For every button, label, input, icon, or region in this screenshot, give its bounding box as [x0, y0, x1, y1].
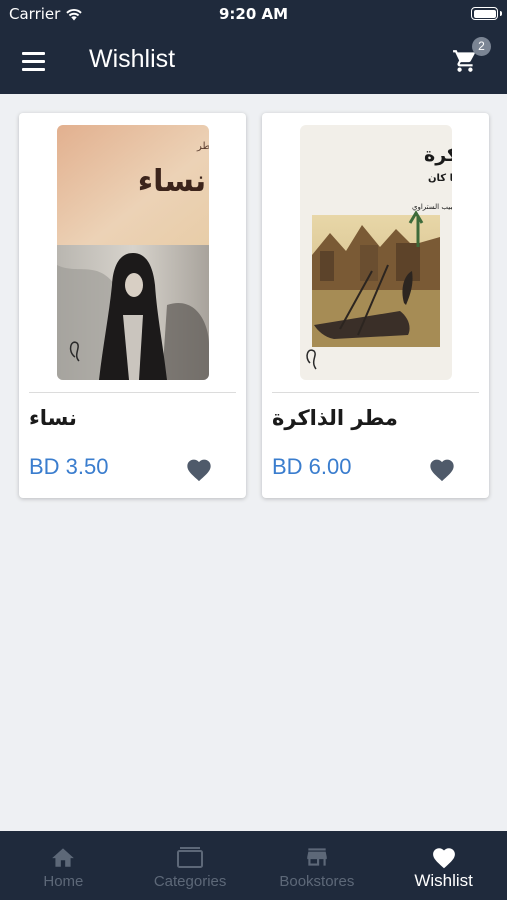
bottom-tab-bar: Home Categories Bookstores Wishlist	[0, 831, 507, 900]
book-price: BD 6.00	[272, 454, 352, 479]
heart-icon	[430, 459, 454, 482]
menu-button[interactable]	[22, 48, 48, 74]
cover-author: جمعة حبيب الستراوي	[412, 203, 452, 211]
cover-title: نساء	[138, 164, 206, 199]
remove-from-wishlist-button[interactable]	[185, 456, 213, 482]
book-title: نساء	[29, 406, 77, 430]
battery-icon	[471, 7, 502, 20]
tab-label: Wishlist	[414, 871, 473, 890]
app-bar: Wishlist 2	[0, 28, 507, 94]
cart-button[interactable]: 2	[445, 36, 495, 86]
wishlist-grid: فوزية مطر نساء نساء BD 3.50	[0, 94, 507, 831]
book-cover[interactable]: فوزية مطر نساء	[57, 125, 209, 380]
page-title: Wishlist	[89, 45, 176, 73]
heart-icon	[187, 459, 211, 482]
cover-subtitle: سيرة الوجدان في ما كان	[428, 173, 452, 184]
status-time: 9:20 AM	[218, 5, 289, 23]
tab-label: Home	[43, 873, 84, 890]
book-cover[interactable]: مطر الذاكرة سيرة الوجدان في ما كان جمعة …	[300, 125, 452, 380]
cover-title: مطر الذاكرة	[424, 144, 452, 166]
cover-author: فوزية مطر	[196, 141, 209, 152]
card-divider	[272, 392, 479, 393]
cart-count-badge: 2	[472, 37, 491, 56]
tab-label: Bookstores	[279, 873, 355, 890]
tab-bookstores[interactable]: Bookstores	[254, 831, 381, 900]
book-title: مطر الذاكرة	[272, 406, 398, 430]
wishlist-item[interactable]: فوزية مطر نساء نساء BD 3.50	[19, 113, 246, 498]
store-icon	[307, 848, 327, 866]
remove-from-wishlist-button[interactable]	[428, 456, 456, 482]
card-divider	[29, 392, 236, 393]
book-price: BD 3.50	[29, 454, 109, 479]
hamburger-icon	[22, 52, 48, 71]
tab-home[interactable]: Home	[0, 831, 127, 900]
status-bar: Carrier 9:20 AM	[0, 0, 507, 28]
wishlist-item[interactable]: مطر الذاكرة سيرة الوجدان في ما كان جمعة …	[262, 113, 489, 498]
tab-categories[interactable]: Categories	[127, 831, 254, 900]
tab-wishlist[interactable]: Wishlist	[380, 831, 507, 900]
tab-label: Categories	[153, 873, 227, 890]
heart-icon	[432, 848, 455, 869]
folder-icon	[177, 847, 204, 868]
home-icon	[52, 848, 75, 867]
